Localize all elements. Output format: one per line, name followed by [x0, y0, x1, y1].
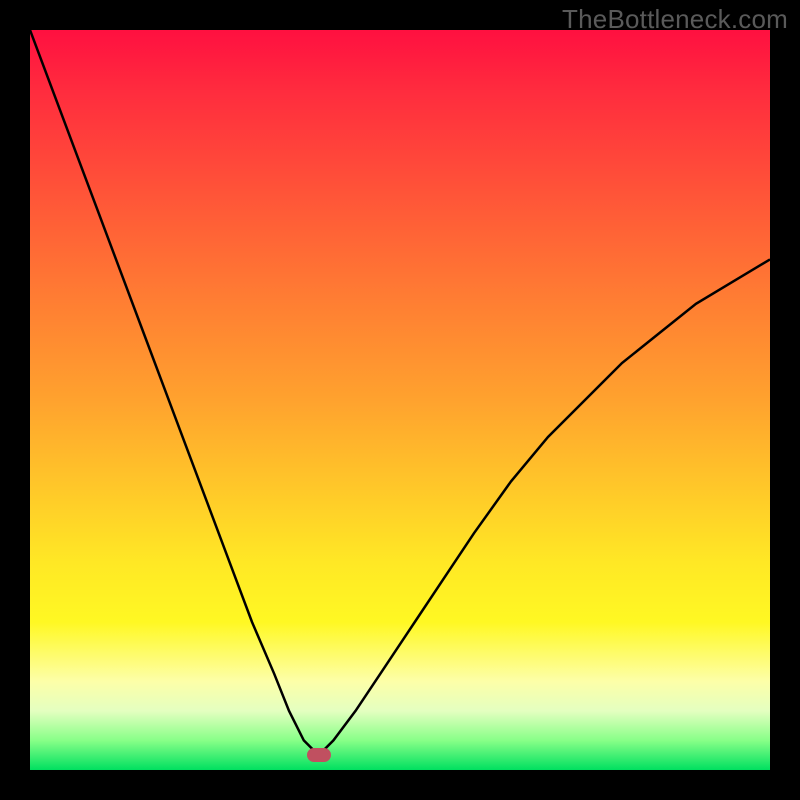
bottleneck-curve: [30, 30, 770, 770]
optimum-marker: [307, 748, 331, 762]
plot-area: [30, 30, 770, 770]
chart-frame: TheBottleneck.com: [0, 0, 800, 800]
curve-right-branch: [319, 259, 770, 755]
curve-left-branch: [30, 30, 319, 755]
